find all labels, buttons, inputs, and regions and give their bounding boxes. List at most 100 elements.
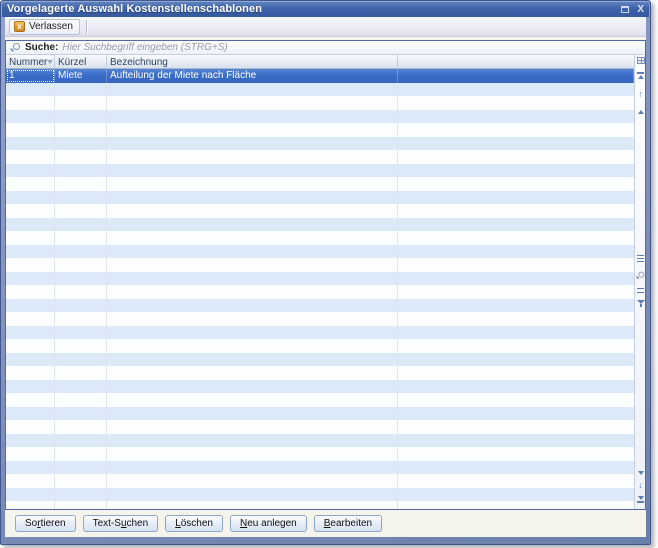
column-header-nummer[interactable]: Nummer [6,55,55,68]
cell-c1[interactable] [6,204,55,218]
cell-c1[interactable] [6,433,55,447]
cell-c2[interactable] [55,339,107,353]
close-icon[interactable]: X [637,4,644,14]
cell-c1[interactable]: 1 [6,69,55,83]
cell-c1[interactable] [6,379,55,393]
cell-c3[interactable] [107,420,398,434]
cell-c1[interactable] [6,393,55,407]
cell-c3[interactable] [107,406,398,420]
table-row-empty[interactable] [6,366,634,380]
column-header-kuerzel[interactable]: Kürzel [55,55,107,68]
footer-button-neu-anlegen[interactable]: Neu anlegen [230,515,307,532]
cell-c3[interactable] [107,379,398,393]
cell-c1[interactable] [6,487,55,501]
table-row-empty[interactable] [6,474,634,488]
cell-c1[interactable] [6,136,55,150]
cell-c2[interactable]: Miete [55,69,107,83]
table-row-empty[interactable] [6,163,634,178]
cell-c3[interactable] [107,285,398,299]
cell-c4[interactable] [398,366,634,380]
table-row-empty[interactable] [6,190,634,204]
cell-c3[interactable] [107,231,398,245]
cell-c4[interactable] [398,326,634,340]
table-row-empty[interactable] [6,177,634,191]
cell-c2[interactable] [55,150,107,164]
table-row-empty[interactable] [6,231,634,245]
cell-c2[interactable] [55,136,107,150]
cell-c2[interactable] [55,366,107,380]
cell-c2[interactable] [55,231,107,245]
cell-c1[interactable] [6,271,55,285]
scroll-down-icon[interactable]: ↓ [635,481,645,490]
cell-c3[interactable] [107,123,398,137]
cell-c4[interactable] [398,339,634,353]
cell-c1[interactable] [6,298,55,312]
cell-c3[interactable]: Aufteilung der Miete nach Fläche [107,69,398,83]
cell-c3[interactable] [107,109,398,123]
cell-c2[interactable] [55,352,107,366]
table-row-empty[interactable] [6,244,634,258]
cell-c2[interactable] [55,325,107,339]
cell-c4[interactable] [398,272,634,286]
cell-c4[interactable] [398,164,634,178]
table-row-empty[interactable] [6,258,634,272]
cell-c3[interactable] [107,366,398,380]
table-row-empty[interactable] [6,109,634,123]
cell-c1[interactable] [6,123,55,137]
cell-c4[interactable] [398,150,634,164]
cell-c4[interactable] [398,218,634,232]
table-row-empty[interactable] [6,447,634,461]
cell-c4[interactable] [398,353,634,367]
cell-c4[interactable] [398,83,634,97]
cell-c3[interactable] [107,433,398,447]
cell-c4[interactable] [398,231,634,245]
cell-c3[interactable] [107,487,398,501]
cell-c4[interactable] [398,258,634,272]
cell-c4[interactable] [398,474,634,488]
cell-c4[interactable] [398,137,634,151]
cell-c4[interactable] [398,96,634,110]
cell-c2[interactable] [55,393,107,407]
cell-c2[interactable] [55,420,107,434]
cell-c2[interactable] [55,244,107,258]
cell-c1[interactable] [6,447,55,461]
restore-icon[interactable] [620,5,630,14]
table-row-empty[interactable] [6,204,634,218]
cell-c2[interactable] [55,406,107,420]
cell-c3[interactable] [107,298,398,312]
cell-c1[interactable] [6,285,55,299]
cell-c3[interactable] [107,217,398,231]
cell-c3[interactable] [107,474,398,488]
cell-c2[interactable] [55,379,107,393]
table-row-empty[interactable] [6,150,634,164]
cell-c3[interactable] [107,204,398,218]
cell-c1[interactable] [6,177,55,191]
cell-c3[interactable] [107,460,398,474]
table-row-empty[interactable] [6,406,634,421]
cell-c4[interactable] [398,177,634,191]
table-row-empty[interactable] [6,96,634,110]
table-row-empty[interactable] [6,325,634,340]
cell-c1[interactable] [6,244,55,258]
cell-c4[interactable] [398,407,634,421]
cell-c2[interactable] [55,217,107,231]
cell-c2[interactable] [55,312,107,326]
cell-c2[interactable] [55,285,107,299]
cell-c3[interactable] [107,177,398,191]
cell-c2[interactable] [55,163,107,177]
cell-c1[interactable] [6,420,55,434]
page-up-icon[interactable] [635,110,645,114]
cell-c4[interactable] [398,312,634,326]
cell-c3[interactable] [107,352,398,366]
cell-c1[interactable] [6,312,55,326]
cell-c1[interactable] [6,150,55,164]
scroll-to-top-icon[interactable] [635,71,645,79]
scroll-up-icon[interactable]: ↑ [635,90,645,99]
cell-c1[interactable] [6,217,55,231]
cell-c1[interactable] [6,258,55,272]
table-row-empty[interactable] [6,217,634,232]
cell-c1[interactable] [6,190,55,204]
cell-c1[interactable] [6,406,55,420]
footer-button-l-schen[interactable]: Löschen [165,515,223,532]
cell-c3[interactable] [107,190,398,204]
